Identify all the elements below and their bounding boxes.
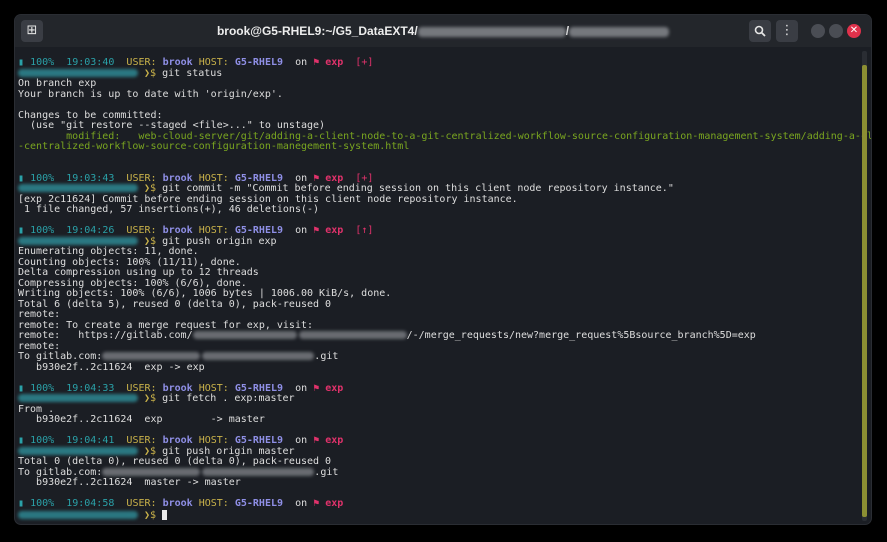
battery-icon: ▮: [18, 57, 25, 68]
modified-line-continued: -centralized-workflow-source-configurati…: [18, 141, 410, 152]
maximize-button[interactable]: [829, 24, 843, 38]
title-bar: ⊞ brook@G5-RHEL9:~/G5_DataEXT4// ⋮ ✕: [15, 15, 871, 47]
battery-icon: ▮: [18, 172, 25, 184]
window-title: brook@G5-RHEL9:~/G5_DataEXT4//: [15, 15, 871, 47]
scrollbar-thumb[interactable]: [862, 65, 867, 517]
menu-button[interactable]: ⋮: [776, 20, 798, 42]
output-line: Writing objects: 100% (6/6), 1006 bytes …: [18, 288, 392, 299]
redacted-path: [102, 467, 201, 476]
branch-flag-icon: ⚑: [313, 172, 320, 184]
search-icon: [754, 25, 766, 37]
redacted-path: [18, 184, 138, 192]
output-line: Your branch is up to date with 'origin/e…: [18, 88, 283, 100]
redacted-path: [102, 352, 201, 360]
redacted-path: [18, 446, 138, 455]
text-cursor: [162, 509, 168, 520]
active-command-line[interactable]: ❯$: [18, 509, 168, 522]
close-icon: ✕: [849, 25, 859, 36]
branch-flag-icon: ⚑: [313, 225, 320, 236]
scrollbar[interactable]: [862, 51, 867, 521]
output-line: On branch exp: [18, 78, 97, 89]
redacted-path: [298, 331, 407, 339]
terminal-output[interactable]: ▮ 100% 19:03:40 USER: brook HOST: G5-RHE…: [18, 55, 871, 523]
redacted-path: [18, 236, 138, 245]
output-line: Enumerating objects: 11, done.: [18, 246, 199, 257]
branch-flag-icon: ⚑: [313, 435, 320, 446]
redacted-path-segment: [569, 26, 670, 37]
redacted-path: [202, 467, 315, 476]
battery-icon: ▮: [18, 498, 25, 509]
command-line: ❯$ git commit -m "Commit before ending s…: [18, 183, 674, 195]
output-line: b930e2f..2c11624 exp -> exp: [18, 361, 205, 373]
remote-url-line: remote: https://gitlab.com//-/merge_requ…: [18, 330, 756, 341]
branch-flag-icon: ⚑: [313, 382, 320, 394]
output-line: b930e2f..2c11624 master -> master: [18, 477, 241, 488]
push-target-line: To gitlab.com: .git: [18, 351, 339, 362]
window-title-text: brook@G5-RHEL9:~/G5_DataEXT4/: [216, 24, 418, 38]
redacted-path: [18, 510, 138, 519]
output-line: b930e2f..2c11624 exp -> master: [18, 414, 265, 425]
battery-icon: ▮: [18, 225, 25, 236]
branch-flag-icon: ⚑: [313, 498, 320, 509]
battery-icon: ▮: [18, 382, 25, 394]
output-line: Total 6 (delta 5), reused 0 (delta 0), p…: [18, 298, 332, 310]
redacted-path: [18, 394, 138, 402]
terminal-window: ⊞ brook@G5-RHEL9:~/G5_DataEXT4// ⋮ ✕ ▮ 1…: [15, 15, 871, 524]
search-button[interactable]: [749, 20, 771, 42]
close-button[interactable]: ✕: [847, 24, 861, 38]
branch-flag-icon: ⚑: [313, 57, 320, 68]
command-line: ❯$ git fetch . exp:master: [18, 393, 295, 405]
prompt-line: ▮ 100% 19:04:58 USER: brook HOST: G5-RHE…: [18, 498, 344, 509]
redacted-path: [18, 68, 138, 77]
minimize-button[interactable]: [811, 24, 825, 38]
battery-icon: ▮: [18, 435, 25, 446]
output-line: 1 file changed, 57 insertions(+), 46 del…: [18, 204, 320, 215]
redacted-path: [202, 352, 315, 360]
redacted-path-segment: [417, 26, 566, 37]
redacted-path: [192, 331, 297, 339]
output-line: Delta compression using up to 12 threads: [18, 267, 259, 278]
kebab-menu-icon: ⋮: [780, 23, 794, 38]
output-line: remote:: [18, 309, 61, 320]
